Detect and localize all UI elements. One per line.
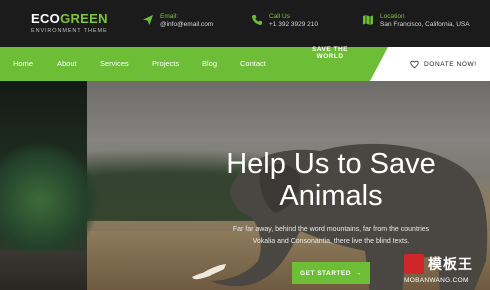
hero-kicker: SAVE THE WORLD	[311, 46, 349, 60]
watermark-logo-box	[404, 254, 424, 274]
nav-item-home[interactable]: Home	[13, 59, 33, 68]
hero-title-line-1: Help Us to Save	[226, 148, 436, 180]
main-nav: Home About Services Projects Blog Contac…	[0, 47, 490, 81]
donate-button[interactable]: DONATE NOW!	[410, 60, 477, 69]
logo[interactable]: ECOGREEN ENVIRONMENT THEME	[31, 11, 108, 35]
nav-item-contact[interactable]: Contact	[240, 59, 266, 68]
contact-location-label: Location	[380, 13, 405, 20]
nav-item-services[interactable]: Services	[100, 59, 129, 68]
watermark: 模板王 MOBANWANG.COM	[404, 254, 486, 286]
nav-item-about[interactable]: About	[57, 59, 77, 68]
contact-email-label: Email:	[160, 13, 179, 20]
foliage-leaf	[0, 141, 100, 261]
nav-item-blog[interactable]: Blog	[202, 59, 217, 68]
paper-plane-icon	[143, 15, 153, 25]
top-bar: ECOGREEN ENVIRONMENT THEME Email: @info@…	[0, 0, 490, 47]
contact-email[interactable]: Email: @info@email.com	[142, 13, 213, 29]
contact-email-value: @info@email.com	[160, 20, 214, 28]
contact-phone[interactable]: Call Us +1 392 3929 210	[251, 13, 318, 29]
phone-icon	[252, 15, 262, 25]
map-icon	[363, 15, 373, 25]
get-started-label: GET STARTED	[300, 269, 351, 277]
nav-item-projects[interactable]: Projects	[152, 59, 179, 68]
contact-location[interactable]: Location San Francisco, California, USA	[362, 13, 480, 29]
contact-phone-value: +1 392 3929 210	[269, 20, 318, 28]
watermark-cn: 模板王	[428, 256, 473, 272]
donate-label: DONATE NOW!	[424, 61, 477, 68]
foliage-rock	[0, 251, 87, 290]
contact-location-value: San Francisco, California, USA	[380, 20, 470, 28]
get-started-button[interactable]: GET STARTED →	[292, 262, 370, 284]
logo-tagline: ENVIRONMENT THEME	[31, 28, 108, 34]
hero-left-foliage	[0, 81, 100, 290]
hero-subtitle-line-1: Far far away, behind the word mountains,…	[232, 226, 430, 233]
hero-subtitle-line-2: Vokalia and Consonantia, there live the …	[252, 238, 410, 245]
logo-word-eco: ECO	[31, 11, 61, 26]
hand-heart-icon	[410, 60, 419, 69]
arrow-right-icon: →	[354, 269, 362, 277]
contact-phone-label: Call Us	[269, 13, 290, 20]
logo-word-green: GREEN	[60, 11, 108, 26]
hero-title-line-2: Animals	[279, 180, 383, 212]
watermark-en: MOBANWANG.COM	[404, 277, 469, 284]
